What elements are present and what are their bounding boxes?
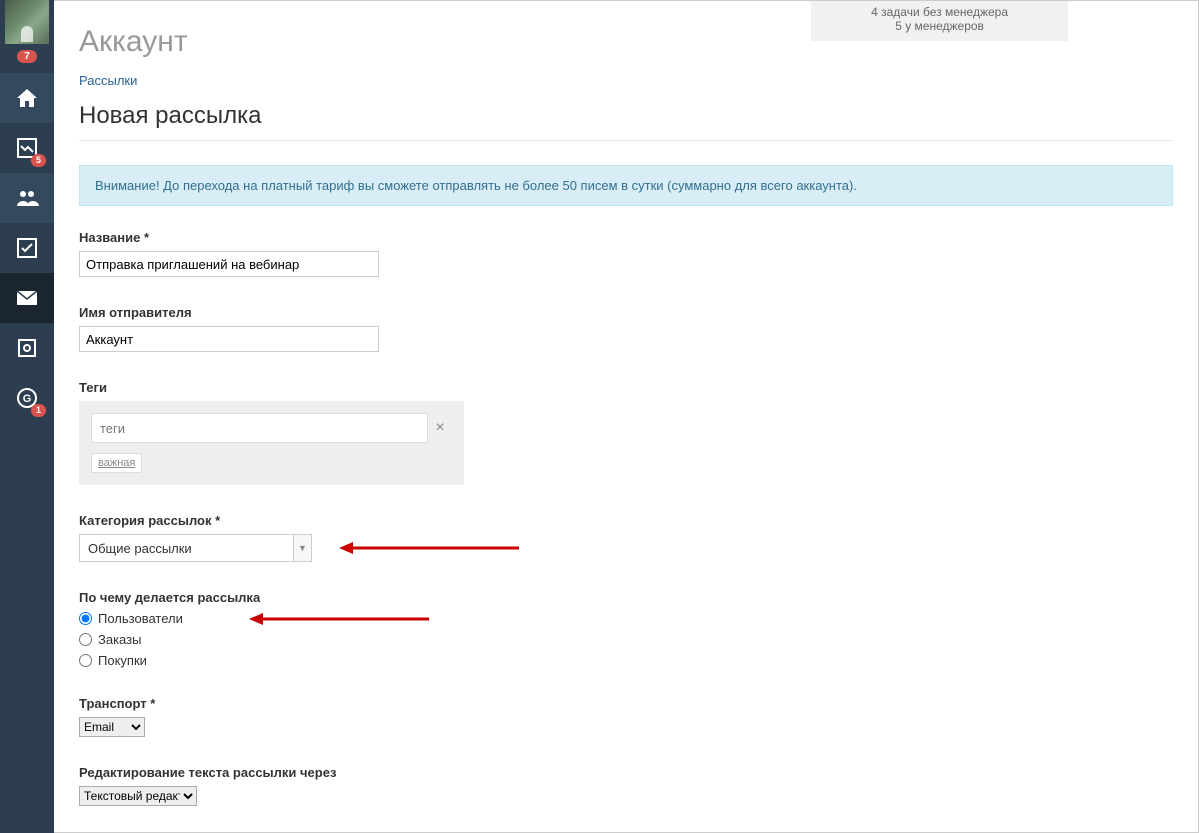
nav-chart-badge: 5 — [31, 154, 46, 167]
alert-info: Внимание! До перехода на платный тариф в… — [79, 165, 1173, 206]
breadcrumb: Рассылки — [79, 73, 1173, 88]
editor-label: Редактирование текста рассылки через — [79, 765, 1173, 780]
target-label-users: Пользователи — [98, 611, 183, 626]
divider — [79, 140, 1173, 141]
category-value: Общие рассылки — [88, 541, 192, 556]
field-sender: Имя отправителя — [79, 305, 1173, 352]
nav-settings-box[interactable] — [0, 323, 54, 373]
banner-line2: 5 у менеджеров — [871, 19, 1008, 33]
nav-gc-badge: 1 — [31, 404, 46, 417]
nav-chart[interactable]: 5 — [0, 123, 54, 173]
target-radio-purchases[interactable] — [79, 654, 92, 667]
main-content: 4 задачи без менеджера 5 у менеджеров Ак… — [54, 0, 1199, 833]
target-radio-users[interactable] — [79, 612, 92, 625]
sender-label: Имя отправителя — [79, 305, 1173, 320]
target-label: По чему делается рассылка — [79, 590, 1173, 605]
name-input[interactable] — [79, 251, 379, 277]
banner-line1: 4 задачи без менеджера — [871, 5, 1008, 19]
field-name: Название * — [79, 230, 1173, 277]
tags-input[interactable] — [91, 413, 428, 443]
top-banner[interactable]: 4 задачи без менеджера 5 у менеджеров — [811, 1, 1068, 41]
category-select[interactable]: Общие рассылки — [79, 534, 294, 562]
tag-chip[interactable]: важная — [91, 453, 142, 473]
nav-home[interactable] — [0, 73, 54, 123]
avatar[interactable] — [5, 0, 49, 44]
editor-select[interactable]: Текстовый редактор — [79, 786, 197, 806]
nav-checkbox[interactable] — [0, 223, 54, 273]
breadcrumb-link[interactable]: Рассылки — [79, 73, 137, 88]
nav-users[interactable] — [0, 173, 54, 223]
annotation-arrow-icon — [339, 538, 519, 558]
sidebar: 7 5 G 1 — [0, 0, 54, 833]
tags-label: Теги — [79, 380, 1173, 395]
notification-badge[interactable]: 7 — [17, 50, 37, 63]
target-radio-orders[interactable] — [79, 633, 92, 646]
sender-input[interactable] — [79, 326, 379, 352]
field-target: По чему делается рассылка Пользователи З… — [79, 590, 1173, 668]
transport-label: Транспорт * — [79, 696, 1173, 711]
field-category: Категория рассылок * Общие рассылки ▼ — [79, 513, 1173, 562]
nav-mail[interactable] — [0, 273, 54, 323]
nav-gc[interactable]: G 1 — [0, 373, 54, 423]
transport-select[interactable]: Email — [79, 717, 145, 737]
field-transport: Транспорт * Email — [79, 696, 1173, 737]
field-tags: Теги × важная — [79, 380, 1173, 485]
name-label: Название * — [79, 230, 1173, 245]
users-icon — [15, 186, 39, 210]
annotation-arrow-icon — [249, 609, 429, 629]
home-icon — [15, 86, 39, 110]
mail-icon — [15, 286, 39, 310]
settings-box-icon — [15, 336, 39, 360]
tags-box: × важная — [79, 401, 464, 485]
field-editor: Редактирование текста рассылки через Тек… — [79, 765, 1173, 806]
tags-clear-icon[interactable]: × — [428, 419, 452, 437]
section-title: Новая рассылка — [79, 102, 1173, 130]
chevron-down-icon[interactable]: ▼ — [294, 534, 312, 562]
target-label-purchases: Покупки — [98, 653, 147, 668]
category-label: Категория рассылок * — [79, 513, 1173, 528]
check-icon — [15, 236, 39, 260]
svg-text:G: G — [23, 393, 32, 405]
target-label-orders: Заказы — [98, 632, 141, 647]
